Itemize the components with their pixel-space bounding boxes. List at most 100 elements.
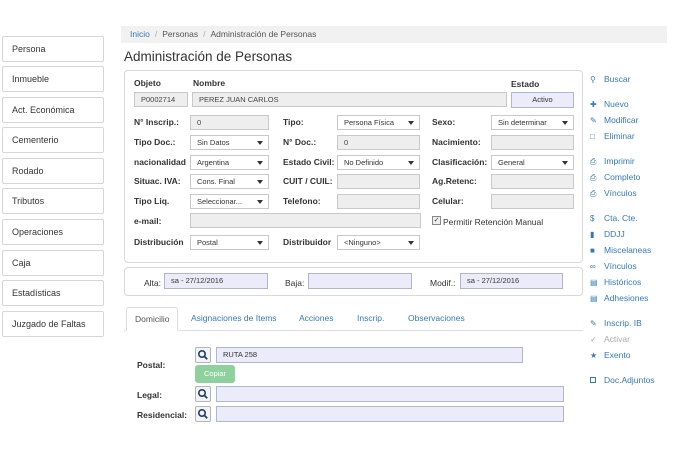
pencil-icon: ✎ [590, 319, 597, 328]
nuevo-label: Nuevo [604, 99, 629, 109]
imprimir-action[interactable]: ⎙ Imprimir [590, 156, 635, 170]
alta-label: Alta: [144, 278, 162, 288]
agretenc-label: Ag.Retenc: [432, 176, 477, 186]
telefono-label: Telefono: [283, 196, 321, 206]
legal-label: Legal: [137, 390, 163, 400]
nav-item-persona[interactable]: Persona [2, 36, 104, 62]
breadcrumb-home[interactable]: Inicio [130, 29, 150, 39]
nav-item-rodado[interactable]: Rodado [2, 158, 104, 184]
historicos-action[interactable]: ▤ Históricos [590, 277, 641, 291]
search-icon [197, 349, 208, 360]
tipoliq-select[interactable]: Seleccionar... [190, 194, 269, 209]
printer-icon: ⎙ [590, 189, 597, 198]
eliminar-action[interactable]: □ Eliminar [590, 131, 635, 145]
tipo-select[interactable]: Persona Física [337, 115, 420, 130]
activar-label: Activar [604, 334, 630, 344]
objeto-field[interactable]: P0002714 [134, 92, 188, 107]
cuit-field[interactable] [337, 174, 420, 189]
legal-field[interactable] [216, 386, 564, 402]
permitir-retencion-checkbox[interactable]: ✓ [432, 216, 441, 225]
celular-field[interactable] [491, 194, 574, 209]
breadcrumb: Inicio / Personas / Administración de Person… [121, 26, 667, 43]
nav-item-cementerio[interactable]: Cementerio [2, 127, 104, 153]
tab-asignaciones[interactable]: Asignaciones de Items [191, 307, 277, 331]
tab-acciones[interactable]: Acciones [299, 307, 334, 331]
telefono-field[interactable] [337, 194, 420, 209]
baja-label: Baja: [285, 278, 305, 288]
check-icon: ✓ [590, 335, 597, 344]
nacimiento-field[interactable] [491, 135, 574, 150]
tab-observaciones[interactable]: Observaciones [408, 307, 465, 331]
email-field[interactable] [190, 213, 421, 228]
docadjuntos-action[interactable]: Doc.Adjuntos [590, 375, 655, 389]
nav-item-caja[interactable]: Caja [2, 250, 104, 276]
modif-label: Modif.: [430, 278, 456, 288]
imprimir-label: Imprimir [604, 156, 635, 166]
tab-inscrip[interactable]: Inscrip. [357, 307, 384, 331]
residencial-field[interactable] [216, 406, 564, 422]
buscar-action[interactable]: ⚲ Buscar [590, 74, 630, 88]
adhesiones-label: Adhesiones [604, 293, 649, 303]
celular-label: Celular: [432, 196, 464, 206]
nav-item-inmueble[interactable]: Inmueble [2, 66, 104, 92]
ndoc-field[interactable]: 0 [337, 135, 420, 150]
breadcrumb-current: Administración de Personas [210, 29, 317, 39]
modificar-action[interactable]: ✎ Modificar [590, 115, 638, 129]
docadjuntos-label: Doc.Adjuntos [604, 375, 655, 385]
postal-search-button[interactable] [195, 347, 211, 363]
eliminar-label: Eliminar [604, 131, 635, 141]
nav-item-operaciones[interactable]: Operaciones [2, 219, 104, 245]
nav-item-act-economica[interactable]: Act. Económica [2, 97, 104, 123]
estadocivil-select[interactable]: No Definido [337, 155, 420, 170]
archive-icon [590, 376, 604, 385]
tab-domicilio[interactable]: Domicilio [126, 307, 179, 331]
nav-item-tributos[interactable]: Tributos [2, 188, 104, 214]
nombre-field[interactable]: PEREZ JUAN CARLOS [192, 92, 507, 107]
vinculos-print-action[interactable]: ⎙ Vínculos [590, 188, 637, 202]
estado-label: Estado [511, 79, 540, 89]
breadcrumb-personas[interactable]: Personas [162, 29, 198, 39]
cuit-label: CUIT / CUIL: [283, 176, 333, 186]
star-icon: ★ [590, 351, 598, 360]
postal-field[interactable]: RUTA 258 [216, 347, 523, 363]
ddjj-action[interactable]: ▮ DDJJ [590, 229, 625, 243]
ctacte-label: Cta. Cte. [604, 213, 638, 223]
tipodoc-select[interactable]: Sin Datos [190, 135, 269, 150]
ninscrip-label: N° Inscrip.: [134, 117, 179, 127]
exento-action[interactable]: ★ Exento [590, 350, 630, 364]
inscripib-action[interactable]: ✎ Inscrip. IB [590, 318, 642, 332]
breadcrumb-separator: / [203, 29, 206, 39]
residencial-label: Residencial: [137, 410, 188, 420]
nav-item-estadisticas[interactable]: Estadísticas [2, 280, 104, 306]
sexo-select[interactable]: Sin determinar [491, 115, 574, 130]
distribucion-select[interactable]: Postal [190, 235, 269, 250]
buscar-label: Buscar [604, 74, 631, 84]
nacionalidad-select[interactable]: Argentina [190, 155, 269, 170]
link-icon: ∞ [590, 262, 596, 271]
legal-search-button[interactable] [195, 386, 211, 402]
situaciva-select[interactable]: Cons. Final [190, 174, 269, 189]
ddjj-label: DDJJ [604, 229, 625, 239]
plus-icon: ✚ [590, 100, 597, 109]
agretenc-field[interactable] [491, 174, 574, 189]
completo-action[interactable]: ⎙ Completo [590, 172, 640, 186]
distribuidor-select[interactable]: <Ninguno> [337, 235, 420, 250]
nombre-label: Nombre [193, 78, 226, 88]
nav-item-juzgado-de-faltas[interactable]: Juzgado de Faltas [2, 311, 104, 337]
modif-field: sa - 27/12/2016 [460, 273, 563, 289]
residencial-search-button[interactable] [195, 406, 211, 422]
modificar-label: Modificar [604, 115, 639, 125]
adhesiones-action[interactable]: ▤ Adhesiones [590, 293, 648, 307]
ctacte-action[interactable]: $ Cta. Cte. [590, 213, 638, 227]
miscelaneas-action[interactable]: ■ Miscelaneas [590, 245, 651, 259]
vinculos-action[interactable]: ∞ Vínculos [590, 261, 637, 275]
activar-action[interactable]: ✓ Activar [590, 334, 630, 348]
trash-icon: □ [590, 132, 595, 141]
ninscrip-field[interactable]: 0 [190, 115, 269, 130]
copiar-button[interactable]: Copiar [195, 365, 235, 383]
alta-field: sa - 27/12/2016 [164, 273, 268, 289]
clasificacion-select[interactable]: General [491, 155, 574, 170]
nuevo-action[interactable]: ✚ Nuevo [590, 99, 629, 113]
nacionalidad-label: nacionalidad [134, 157, 186, 167]
comment-icon: ■ [590, 246, 595, 255]
